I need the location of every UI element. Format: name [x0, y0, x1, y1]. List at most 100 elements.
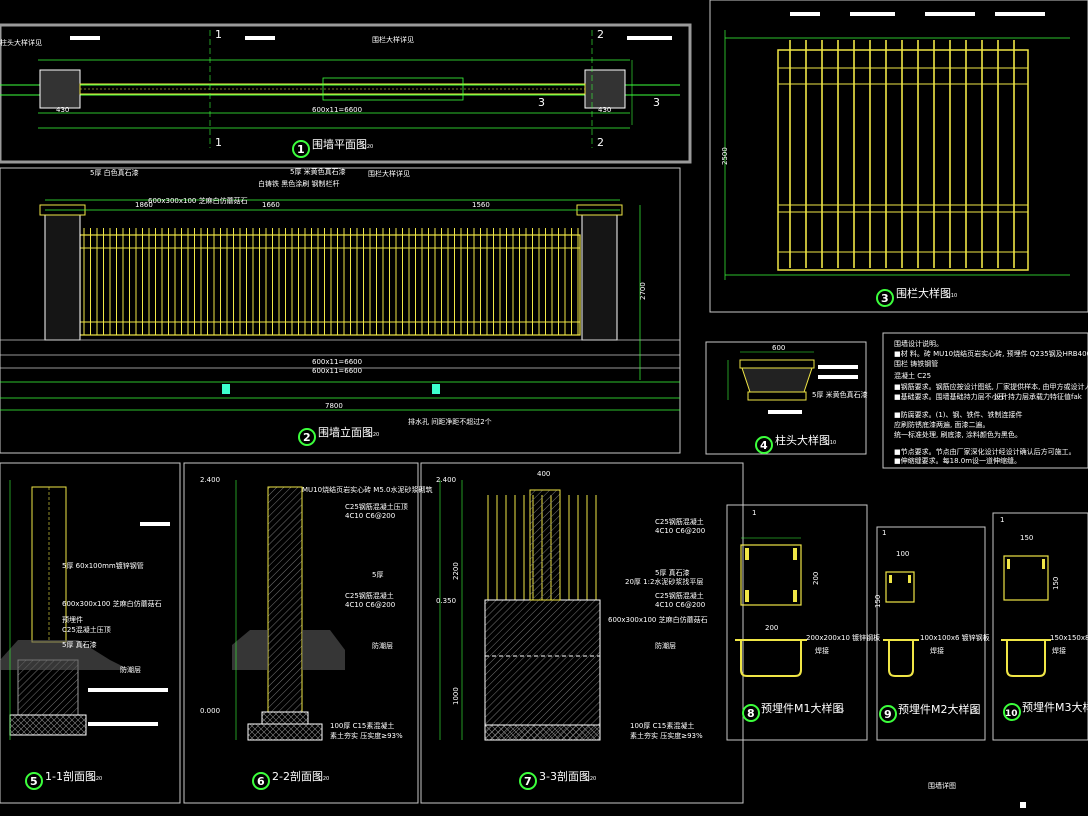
sec22-title: 6 2-2剖面图 1:20: [252, 769, 329, 790]
cap-label: 5厚 米黄色真石漆: [812, 390, 868, 399]
m2-view: 1 100 150 100x100x6 镀锌钢板 焊接 9 预埋件M2大样图 1…: [874, 529, 990, 723]
elevation-pillar-left: [44, 214, 81, 341]
sec33-label-7: 防潮层: [655, 641, 676, 650]
note-line-9: 统一标准处理, 刷底漆, 涂料颜色为黑色。: [894, 430, 1022, 439]
note-line-7: ■防腐要求。(1)、钢、铁件、铁制连接件: [894, 410, 1023, 419]
sec11-label-1: 600x300x100 芝麻白仿蘑菇石: [62, 599, 162, 608]
note-line-6: 设计持力层承载力特征值fak: [994, 392, 1083, 401]
plan-view: 柱头大样详见 围栏大样详见 600x11=6600 430 430 1 1 2 …: [0, 28, 680, 158]
cap-title: 4 柱头大样图 1:10: [755, 433, 836, 454]
sec22-title-number: 6: [257, 775, 265, 788]
sec22-label-5: 4C10 C6@200: [345, 601, 395, 609]
m2-plate: 100x100x6 镀锌钢板: [920, 633, 990, 642]
m1-weld: 焊接: [815, 646, 829, 655]
plan-pillar-right: [584, 69, 626, 109]
sec22-title-text: 2-2剖面图: [272, 769, 323, 783]
sec11-label-5: 防潮层: [120, 665, 141, 674]
plan-title-scale: 1:20: [362, 144, 373, 150]
note-line-11: ■伸缩缝要求。每18.0m设一道伸缩缝。: [894, 456, 1021, 465]
sec33-dim-2200: 2200: [452, 562, 460, 580]
sec22-elev-top: 2.400: [200, 476, 220, 484]
elev-dim-base: 7800: [325, 402, 343, 410]
plan-label-railing: 围栏大样详见: [372, 35, 414, 44]
m3-title: 10 预埋件M3大样图: [1003, 700, 1088, 721]
sec22-label-4: C25钢筋混凝土: [345, 591, 394, 600]
elev-dim-a: 1860: [135, 201, 153, 209]
sec33-title-scale: 1:20: [585, 776, 596, 782]
sec33-label-8: 100厚 C15素混凝土: [630, 721, 694, 730]
m1-title-scale: 1:5: [836, 708, 844, 714]
m3-dim-h: 150: [1052, 577, 1060, 590]
sec22-label-6: 防潮层: [372, 641, 393, 650]
railing-view: 2500 3 围栏大样图 1:10: [721, 12, 1070, 307]
railing-frame: [709, 0, 1088, 313]
m1-mark: 1: [752, 509, 756, 517]
m1-title-number: 8: [747, 707, 755, 720]
cap-title-scale: 1:10: [825, 440, 836, 446]
m3-title-text: 预埋件M3大样图: [1022, 700, 1088, 714]
m2-title-text: 预埋件M2大样图: [898, 702, 981, 716]
cap-title-text: 柱头大样图: [775, 433, 830, 447]
plan-dim-left: 430: [56, 106, 69, 114]
sec33-label-6: 600x300x100 芝麻白仿蘑菇石: [608, 615, 708, 624]
note-line-4: ■钢筋要求。钢筋应按设计图纸, 厂家提供样本, 由甲方或设计人员确定。: [894, 382, 1088, 391]
m2-title-number: 9: [884, 708, 892, 721]
m2-title-scale: 1:5: [970, 709, 978, 715]
elevation-title-text: 围墙立面图: [318, 425, 373, 439]
sec33-label-5: 4C10 C6@200: [655, 601, 705, 609]
plan-dim-total: 600x11=6600: [312, 106, 362, 114]
elev-label-mid2: 白铸铁 黑色涂刷 钢制栏杆: [258, 179, 339, 188]
railing-dim: 2500: [721, 147, 729, 165]
sec22-title-scale: 1:20: [318, 776, 329, 782]
note-line-10: ■节点要求。节点由厂家深化设计经设计确认后方可施工。: [894, 447, 1076, 456]
m2-dim-h: 150: [874, 595, 882, 608]
sec33-label-1: 4C10 C6@200: [655, 527, 705, 535]
elevation-title-scale: 1:20: [368, 432, 379, 438]
sec11-title-scale: 1:20: [91, 776, 102, 782]
railing-title-number: 3: [881, 292, 889, 305]
m3-plate: 150x150x8 镀锌钢板: [1050, 633, 1088, 642]
elev-label-mid: 5厚 米黄色真石漆: [290, 167, 346, 176]
plan-title-text: 围墙平面图: [312, 137, 367, 151]
m1-view: 1 200 200 200x200x10 镀锌钢板 焊接 8 预埋件M1大样图 …: [735, 509, 880, 722]
plan-sec-mark-3a: 3: [538, 96, 545, 109]
sec11-title-number: 5: [30, 775, 38, 788]
sec22-label-0: MU10烧结页岩实心砖 M5.0水泥砂浆砌筑: [302, 485, 432, 494]
m1-dim-h: 200: [812, 572, 820, 585]
note-line-2: 围栏 铸铁钢管: [894, 359, 938, 368]
plan-sec-mark-1b: 1: [215, 136, 222, 149]
m3-dim-w: 150: [1020, 534, 1033, 542]
sec33-title: 7 3-3剖面图 1:20: [519, 769, 596, 790]
sec11-view: 5厚 60x100mm镀锌钢管 600x300x100 芝麻白仿蘑菇石 预埋件 …: [0, 480, 170, 790]
m2-mark: 1: [882, 529, 886, 537]
m2-weld: 焊接: [930, 646, 944, 655]
sec11-label-4: 5厚 真石漆: [62, 640, 97, 649]
elev-dim-total1: 600x11=6600: [312, 358, 362, 366]
sec33-label-2: 5厚 真石漆: [655, 568, 690, 577]
sec22-label-7: 100厚 C15素混凝土: [330, 721, 394, 730]
cap-title-number: 4: [760, 439, 768, 452]
railing-title-text: 围栏大样图: [896, 286, 951, 300]
m3-title-number: 10: [1005, 709, 1018, 719]
sec22-label-3: 5厚: [372, 571, 383, 579]
sec33-label-3: 20厚 1:2水泥砂浆找平层: [625, 577, 703, 586]
elevation-title-number: 2: [303, 431, 311, 444]
sec11-title-text: 1-1剖面图: [45, 769, 96, 783]
sec33-label-9: 素土夯实 压实度≥93%: [630, 731, 703, 740]
sec11-title: 5 1-1剖面图 1:20: [25, 769, 102, 790]
elevation-pickets: [83, 228, 579, 335]
elev-label-stone: 5厚 白色真石漆: [90, 168, 139, 177]
plan-label-pillar: 柱头大样详见: [0, 38, 42, 47]
elev-note-drain: 排水孔 间距净距不超过2个: [408, 417, 492, 426]
elevation-view: 5厚 白色真石漆 600x300x100 芝麻白仿蘑菇石 白铸铁 黑色涂刷 钢制…: [0, 167, 680, 446]
plan-sec-mark-3b: 3: [653, 96, 660, 109]
cad-drawing-sheet: 柱头大样详见 围栏大样详见 600x11=6600 430 430 1 1 2 …: [0, 0, 1088, 808]
railing-pickets: [789, 40, 1015, 268]
elevation-pillar-right: [581, 214, 618, 341]
sec33-title-number: 7: [524, 775, 532, 788]
m1-dim-w: 200: [765, 624, 778, 632]
cap-view: 5厚 米黄色真石漆 600 4 柱头大样图 1:10: [727, 344, 868, 454]
sec22-view: 2.400 0.000 MU10烧结页岩实心砖 M5.0水泥砂浆砌筑 C25钢筋…: [200, 476, 432, 790]
plan-sec-mark-2b: 2: [597, 136, 604, 149]
m1-title: 8 预埋件M1大样图 1:5: [742, 701, 844, 722]
